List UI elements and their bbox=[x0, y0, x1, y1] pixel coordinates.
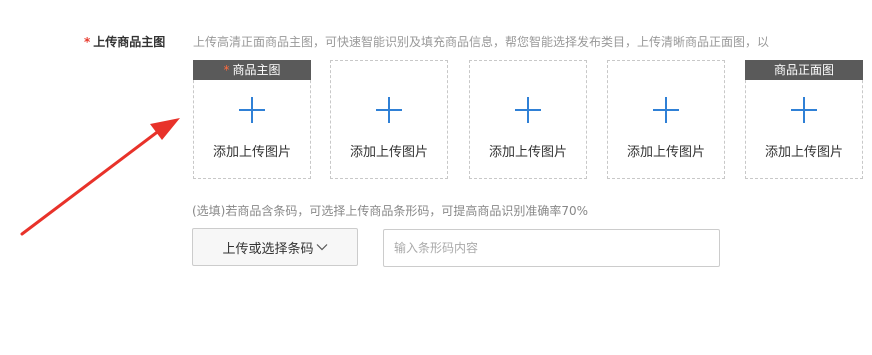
slot-tag-main: * 商品主图 bbox=[193, 60, 311, 80]
plus-icon bbox=[791, 97, 817, 123]
required-star: * bbox=[223, 63, 230, 77]
main-image-label-text: 上传商品主图 bbox=[93, 35, 166, 49]
upload-slot-2[interactable]: 添加上传图片 bbox=[330, 60, 448, 179]
required-star: * bbox=[84, 35, 91, 49]
plus-icon bbox=[376, 97, 402, 123]
slot-tag-front: 商品正面图 bbox=[745, 60, 863, 80]
upload-slot-4[interactable]: 添加上传图片 bbox=[607, 60, 725, 179]
barcode-hint: (选填)若商品含条码，可选择上传商品条形码，可提高商品识别准确率70% bbox=[192, 204, 589, 218]
slot-label: 添加上传图片 bbox=[488, 145, 567, 160]
plus-icon bbox=[653, 97, 679, 123]
slot-tag-label: 商品正面图 bbox=[773, 63, 834, 77]
upload-barcode-button-label: 上传或选择条码 bbox=[222, 241, 314, 257]
slot-label: 添加上传图片 bbox=[764, 145, 843, 160]
slot-label: 添加上传图片 bbox=[349, 145, 428, 160]
slot-tag-label: 商品主图 bbox=[232, 63, 281, 77]
upload-slot-front[interactable]: 商品正面图 添加上传图片 bbox=[745, 60, 863, 179]
slot-label: 添加上传图片 bbox=[212, 145, 291, 160]
upload-slot-main[interactable]: * 商品主图 添加上传图片 bbox=[193, 60, 311, 179]
main-image-label: * 上传商品主图 bbox=[84, 33, 165, 50]
barcode-input[interactable] bbox=[383, 229, 720, 267]
upload-slot-3[interactable]: 添加上传图片 bbox=[469, 60, 587, 179]
plus-icon bbox=[239, 97, 265, 123]
chevron-down-icon bbox=[316, 243, 328, 251]
upload-barcode-button[interactable]: 上传或选择条码 bbox=[192, 228, 358, 266]
slot-label: 添加上传图片 bbox=[626, 145, 705, 160]
plus-icon bbox=[515, 97, 541, 123]
main-image-hint: 上传高清正面商品主图，可快速智能识别及填充商品信息，帮您智能选择发布类目，上传清… bbox=[193, 35, 770, 49]
